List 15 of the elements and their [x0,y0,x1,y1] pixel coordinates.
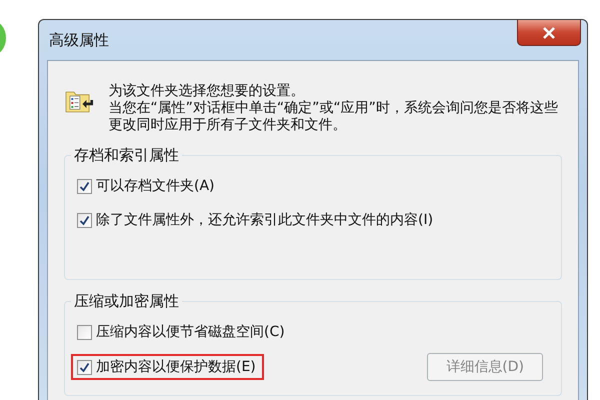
checkbox-option[interactable]: 压缩内容以便节省磁盘空间(C) [71,319,293,345]
group-title: 压缩或加密属性 [73,292,180,311]
close-icon [542,26,556,38]
checkbox-option[interactable]: 加密内容以便保护数据(E) [71,354,264,380]
checkbox[interactable] [77,360,92,374]
checkbox-option[interactable]: 可以存档文件夹(A) [71,173,223,199]
close-button[interactable] [517,20,581,46]
description-text: 当您在“属性”对话框中单击“确定”或“应用”时，系统会询问您是否将这些更改同时应用于所有子文件夹和文件。 [108,100,559,134]
checkbox[interactable] [77,178,92,194]
checkbox-option[interactable]: 除了文件属性外，还允许索引此文件夹中文件的内容(I) [71,207,442,233]
checkbox[interactable] [77,212,92,228]
description-text: 为该文件夹选择您想要的设置。 [108,83,306,100]
window-title: 高级属性 [48,30,109,50]
checkbox[interactable] [77,324,92,340]
group-title: 存档和索引属性 [73,146,180,165]
